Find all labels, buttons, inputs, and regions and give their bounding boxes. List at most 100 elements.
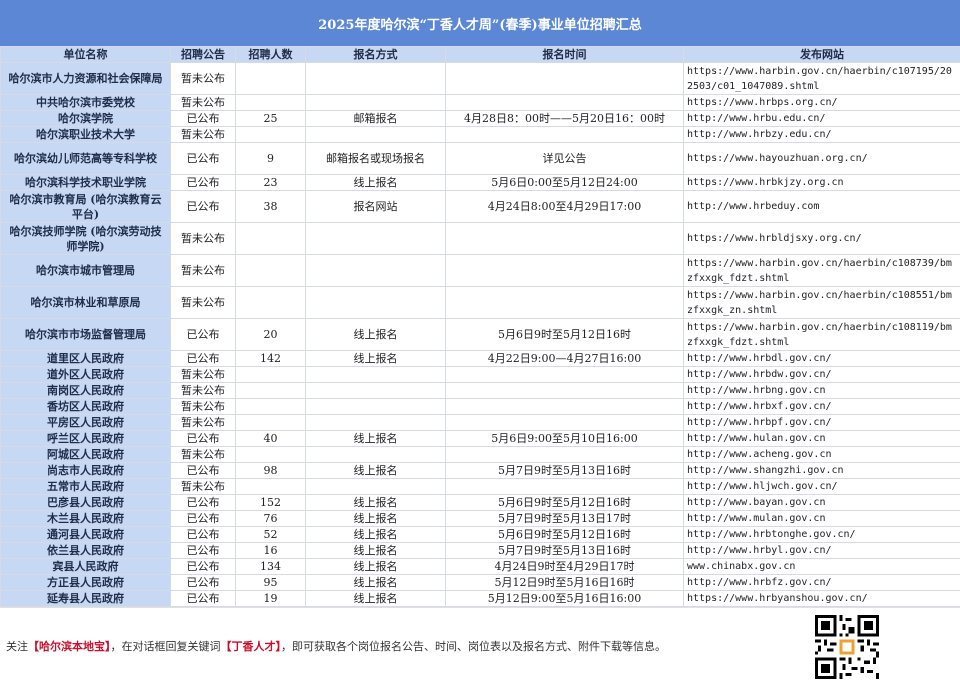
row-website-link[interactable]: https://www.hayouzhuan.org.cn/ <box>684 143 960 175</box>
row-website-link[interactable]: https://www.hrbldjsxy.org.cn/ <box>684 223 960 255</box>
table-row: 巴彦县人民政府已公布152线上报名5月6日9时至5月12日16时http://w… <box>1 495 960 511</box>
row-website-link[interactable]: http://www.bayan.gov.cn <box>684 495 960 511</box>
row-website-link[interactable]: http://www.hrbzy.edu.cn/ <box>684 127 960 143</box>
row-website-link[interactable]: http://www.hrbdw.gov.cn/ <box>684 367 960 383</box>
row-website-link[interactable]: http://www.hulan.gov.cn <box>684 431 960 447</box>
table-row: 阿城区人民政府暂未公布http://www.acheng.gov.cn <box>1 447 960 463</box>
table-row: 哈尔滨技师学院 (哈尔滨劳动技师学院)暂未公布https://www.hrbld… <box>1 223 960 255</box>
footer-middle: ，在对话框回复关键词 <box>111 640 221 653</box>
recruitment-table: 单位名称 招聘公告 招聘人数 报名方式 报名时间 发布网站 哈尔滨市人力资源和社… <box>0 46 960 607</box>
row-apply-method: 线上报名 <box>306 431 446 447</box>
row-website-link[interactable]: http://www.shangzhi.gov.cn <box>684 463 960 479</box>
row-notice-status: 暂未公布 <box>171 63 236 95</box>
row-apply-method <box>306 287 446 319</box>
row-apply-method: 线上报名 <box>306 575 446 591</box>
header-method: 报名方式 <box>306 47 446 63</box>
row-hiring-count <box>236 447 306 463</box>
table-header-row: 单位名称 招聘公告 招聘人数 报名方式 报名时间 发布网站 <box>1 47 960 63</box>
row-unit-name: 哈尔滨技师学院 (哈尔滨劳动技师学院) <box>1 223 171 255</box>
row-unit-name: 哈尔滨市市场监督管理局 <box>1 319 171 351</box>
row-unit-name: 木兰县人民政府 <box>1 511 171 527</box>
row-unit-name: 五常市人民政府 <box>1 479 171 495</box>
row-unit-name: 哈尔滨职业技术大学 <box>1 127 171 143</box>
row-hiring-count <box>236 367 306 383</box>
row-apply-method: 线上报名 <box>306 351 446 367</box>
row-website-link[interactable]: http://www.hrbxf.gov.cn/ <box>684 399 960 415</box>
table-row: 道里区人民政府已公布142线上报名4月22日9:00—4月27日16:00htt… <box>1 351 960 367</box>
row-website-link[interactable]: http://www.hrbu.edu.cn/ <box>684 111 960 127</box>
row-apply-method: 线上报名 <box>306 511 446 527</box>
row-notice-status: 已公布 <box>171 319 236 351</box>
row-apply-method <box>306 479 446 495</box>
row-notice-status: 暂未公布 <box>171 287 236 319</box>
footer-keyword: 【丁香人才】 <box>221 640 282 653</box>
row-unit-name: 平房区人民政府 <box>1 415 171 431</box>
row-notice-status: 已公布 <box>171 511 236 527</box>
row-website-link[interactable]: www.chinabx.gov.cn <box>684 559 960 575</box>
row-hiring-count: 152 <box>236 495 306 511</box>
row-notice-status: 已公布 <box>171 111 236 127</box>
row-apply-method: 线上报名 <box>306 463 446 479</box>
row-notice-status: 已公布 <box>171 527 236 543</box>
row-apply-time: 5月6日9时至5月12日16时 <box>446 495 684 511</box>
row-website-link[interactable]: http://www.hrbtonghe.gov.cn/ <box>684 527 960 543</box>
footer-suffix: ，即可获取各个岗位报名公告、时间、岗位表以及报名方式、附件下载等信息。 <box>281 640 666 653</box>
row-hiring-count: 95 <box>236 575 306 591</box>
row-apply-time: 5月12日9时至5月16日16时 <box>446 575 684 591</box>
row-apply-time: 4月28日8：00时——5月20日16：00时 <box>446 111 684 127</box>
row-notice-status: 暂未公布 <box>171 479 236 495</box>
row-website-link[interactable]: http://www.hrbdl.gov.cn/ <box>684 351 960 367</box>
row-website-link[interactable]: http://www.hrbpf.gov.cn/ <box>684 415 960 431</box>
row-website-link[interactable]: http://www.hrbyl.gov.cn/ <box>684 543 960 559</box>
row-apply-time: 4月24日8:00至4月29日17:00 <box>446 191 684 223</box>
row-website-link[interactable]: http://www.hrbng.gov.cn <box>684 383 960 399</box>
row-apply-method <box>306 447 446 463</box>
header-notice: 招聘公告 <box>171 47 236 63</box>
header-unit: 单位名称 <box>1 47 171 63</box>
row-unit-name: 哈尔滨市城市管理局 <box>1 255 171 287</box>
row-unit-name: 依兰县人民政府 <box>1 543 171 559</box>
row-apply-method <box>306 95 446 111</box>
row-apply-time <box>446 95 684 111</box>
row-website-link[interactable]: http://www.hljwch.gov.cn/ <box>684 479 960 495</box>
header-site: 发布网站 <box>684 47 960 63</box>
row-website-link[interactable]: https://www.hrbyanshou.gov.cn/ <box>684 591 960 607</box>
row-hiring-count <box>236 255 306 287</box>
row-website-link[interactable]: https://www.hrbps.org.cn/ <box>684 95 960 111</box>
row-apply-method <box>306 367 446 383</box>
table-row: 平房区人民政府暂未公布http://www.hrbpf.gov.cn/ <box>1 415 960 431</box>
row-unit-name: 呼兰区人民政府 <box>1 431 171 447</box>
row-website-link[interactable]: https://www.harbin.gov.cn/haerbin/c10873… <box>684 255 960 287</box>
row-website-link[interactable]: https://www.harbin.gov.cn/haerbin/c10811… <box>684 319 960 351</box>
row-website-link[interactable]: http://www.mulan.gov.cn <box>684 511 960 527</box>
row-apply-method: 线上报名 <box>306 319 446 351</box>
row-hiring-count: 9 <box>236 143 306 175</box>
row-apply-method: 报名网站 <box>306 191 446 223</box>
table-row: 尚志市人民政府已公布98线上报名5月7日9时至5月13日16时http://ww… <box>1 463 960 479</box>
row-hiring-count <box>236 127 306 143</box>
row-apply-time: 5月7日9时至5月13日16时 <box>446 543 684 559</box>
row-hiring-count <box>236 63 306 95</box>
row-unit-name: 宾县人民政府 <box>1 559 171 575</box>
table-row: 通河县人民政府已公布52线上报名5月6日9时至5月12日16时http://ww… <box>1 527 960 543</box>
row-website-link[interactable]: https://www.harbin.gov.cn/haerbin/c10855… <box>684 287 960 319</box>
row-hiring-count <box>236 223 306 255</box>
table-row: 哈尔滨市城市管理局暂未公布https://www.harbin.gov.cn/h… <box>1 255 960 287</box>
row-website-link[interactable]: http://www.hrbeduy.com <box>684 191 960 223</box>
table-row: 宾县人民政府已公布134线上报名4月24日9时至4月29日17时www.chin… <box>1 559 960 575</box>
row-unit-name: 巴彦县人民政府 <box>1 495 171 511</box>
row-hiring-count: 23 <box>236 175 306 191</box>
row-website-link[interactable]: http://www.hrbfz.gov.cn/ <box>684 575 960 591</box>
row-unit-name: 哈尔滨市教育局 (哈尔滨教育云平台) <box>1 191 171 223</box>
row-website-link[interactable]: https://www.harbin.gov.cn/haerbin/c10719… <box>684 63 960 95</box>
row-website-link[interactable]: http://www.acheng.gov.cn <box>684 447 960 463</box>
qr-code-icon <box>815 615 879 679</box>
table-row: 中共哈尔滨市委党校暂未公布https://www.hrbps.org.cn/ <box>1 95 960 111</box>
table-row: 哈尔滨市人力资源和社会保障局暂未公布https://www.harbin.gov… <box>1 63 960 95</box>
table-row: 南岗区人民政府暂未公布http://www.hrbng.gov.cn <box>1 383 960 399</box>
header-time: 报名时间 <box>446 47 684 63</box>
row-apply-time: 5月7日9时至5月13日16时 <box>446 463 684 479</box>
row-apply-method <box>306 415 446 431</box>
row-apply-method <box>306 223 446 255</box>
row-website-link[interactable]: https://www.hrbkjzy.org.cn <box>684 175 960 191</box>
